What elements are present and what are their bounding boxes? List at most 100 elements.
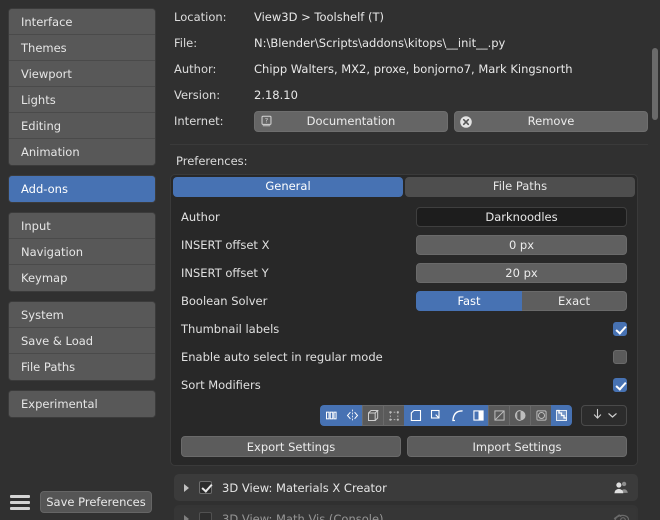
boolean-modifier-icon[interactable] bbox=[425, 405, 446, 426]
preferences-title: Preferences: bbox=[176, 154, 248, 168]
pref-row-sort-modifiers: Sort Modifiers bbox=[181, 375, 627, 395]
addon-name-label: 3D View: Materials X Creator bbox=[222, 480, 387, 495]
preferences-rows: Author Darknoodles INSERT offset X0 px INSE… bbox=[171, 207, 637, 395]
remove-label: Remove bbox=[527, 114, 575, 128]
chevron-down-icon bbox=[607, 409, 617, 422]
lattice-modifier-icon[interactable] bbox=[383, 405, 404, 426]
vertical-scrollbar[interactable] bbox=[652, 48, 658, 120]
sidebar-item-animation[interactable]: Animation bbox=[9, 139, 155, 165]
location-value: View3D > Toolshelf (T) bbox=[254, 10, 384, 24]
smooth-modifier-icon[interactable] bbox=[530, 405, 551, 426]
sidebar: Interface Themes Viewport Lights Editing Anim… bbox=[0, 0, 164, 520]
sidebar-nav-group: Experimental bbox=[8, 390, 156, 418]
blender-official-icon bbox=[612, 510, 630, 520]
file-label: File: bbox=[174, 36, 198, 50]
pref-row-insert-offset-y: INSERT offset Y 20 px bbox=[181, 263, 627, 283]
expand-triangle-icon[interactable] bbox=[184, 514, 189, 520]
addon-enable-checkbox[interactable] bbox=[199, 512, 212, 520]
import-settings-button[interactable]: Import Settings bbox=[407, 436, 627, 457]
info-row-author: Author: Chipp Walters, MX2, proxe, bonjo… bbox=[174, 58, 648, 80]
boolean-solver-option-fast[interactable]: Fast bbox=[416, 291, 522, 311]
weighted-normal-icon[interactable] bbox=[467, 405, 488, 426]
sidebar-item-experimental[interactable]: Experimental bbox=[9, 391, 155, 417]
info-row-version: Version: 2.18.10 bbox=[174, 84, 648, 106]
modifier-sort-dropdown[interactable] bbox=[581, 405, 627, 426]
sidebar-item-lights[interactable]: Lights bbox=[9, 87, 155, 113]
save-preferences-button[interactable]: Save Preferences bbox=[40, 491, 152, 513]
sidebar-item-save-load[interactable]: Save & Load bbox=[9, 328, 155, 354]
svg-text:?: ? bbox=[264, 116, 267, 124]
tab-file-paths[interactable]: File Paths bbox=[405, 177, 635, 197]
pref-row-boolean-solver: Boolean Solver Fast Exact bbox=[181, 291, 627, 311]
label-author: Author bbox=[181, 210, 220, 224]
settings-io-row: Export Settings Import Settings bbox=[181, 436, 627, 457]
label-sort-modifiers: Sort Modifiers bbox=[181, 378, 261, 392]
remove-button[interactable]: Remove bbox=[454, 110, 648, 132]
info-row-location: Location: View3D > Toolshelf (T) bbox=[174, 6, 648, 28]
sidebar-item-input[interactable]: Input bbox=[9, 213, 155, 239]
internet-label: Internet: bbox=[174, 114, 224, 128]
addon-list-item[interactable]: 3D View: Math Vis (Console) bbox=[174, 505, 638, 520]
author-input[interactable]: Darknoodles bbox=[416, 207, 627, 227]
sidebar-item-file-paths[interactable]: File Paths bbox=[9, 354, 155, 380]
pref-row-enable-auto-select-in-regular-mode: Enable auto select in regular mode bbox=[181, 347, 627, 367]
sidebar-item-keymap[interactable]: Keymap bbox=[9, 265, 155, 291]
sidebar-item-viewport[interactable]: Viewport bbox=[9, 61, 155, 87]
checkbox-thumbnail-labels[interactable] bbox=[613, 322, 627, 336]
info-row-internet: Internet: ? Documentation Remove bbox=[174, 110, 648, 132]
curve-modifier-icon[interactable] bbox=[446, 405, 467, 426]
export-settings-button[interactable]: Export Settings bbox=[181, 436, 401, 457]
sidebar-item-editing[interactable]: Editing bbox=[9, 113, 155, 139]
subdivision-modifier-icon[interactable] bbox=[509, 405, 530, 426]
author-value: Chipp Walters, MX2, proxe, bonjorno7, Ma… bbox=[254, 62, 573, 76]
sidebar-item-navigation[interactable]: Navigation bbox=[9, 239, 155, 265]
tab-general[interactable]: General bbox=[173, 177, 403, 197]
insert-offset-y-value[interactable]: 20 px bbox=[416, 263, 627, 283]
sidebar-item-system[interactable]: System bbox=[9, 302, 155, 328]
pref-row-thumbnail-labels: Thumbnail labels bbox=[181, 319, 627, 339]
pref-row-insert-offset-x: INSERT offset X 0 px bbox=[181, 235, 627, 255]
sidebar-item-themes[interactable]: Themes bbox=[9, 35, 155, 61]
boolean-solver-segmented-control: Fast Exact bbox=[416, 291, 627, 311]
checkbox-enable-auto-select-in-regular-mode[interactable] bbox=[613, 350, 627, 364]
modifier-icon-group bbox=[320, 405, 572, 426]
location-label: Location: bbox=[174, 10, 227, 24]
expand-triangle-icon[interactable] bbox=[184, 483, 189, 492]
mirror-modifier-icon[interactable] bbox=[341, 405, 362, 426]
preferences-tabs: General File Paths bbox=[171, 175, 637, 199]
insert-offset-x-value[interactable]: 0 px bbox=[416, 235, 627, 255]
sidebar-nav-group: System Save & Load File Paths bbox=[8, 301, 156, 381]
documentation-label: Documentation bbox=[306, 114, 396, 128]
label-insert-offset-x: INSERT offset X bbox=[181, 238, 270, 252]
weld-modifier-icon[interactable] bbox=[551, 405, 572, 426]
documentation-button[interactable]: ? Documentation bbox=[254, 110, 448, 132]
array-modifier-icon[interactable] bbox=[320, 405, 341, 426]
internet-buttons: ? Documentation Remove bbox=[254, 110, 648, 132]
blender-preferences-window: Interface Themes Viewport Lights Editing Anim… bbox=[0, 0, 660, 520]
addon-enable-checkbox[interactable] bbox=[199, 481, 212, 494]
sidebar-item-add-ons[interactable]: Add-ons bbox=[9, 176, 155, 202]
addon-name-label: 3D View: Math Vis (Console) bbox=[222, 511, 384, 520]
author-label: Author: bbox=[174, 62, 217, 76]
checkbox-sort-modifiers[interactable] bbox=[613, 378, 627, 392]
version-value: 2.18.10 bbox=[254, 88, 298, 102]
sidebar-nav-group: Interface Themes Viewport Lights Editing Anim… bbox=[8, 8, 156, 166]
addon-list-item[interactable]: 3D View: Materials X Creator bbox=[174, 474, 638, 501]
solidify-modifier-icon[interactable] bbox=[362, 405, 383, 426]
file-value: N:\Blender\Scripts\addons\kitops\__init_… bbox=[254, 36, 506, 50]
main-panel: Location: View3D > Toolshelf (T) File: N… bbox=[164, 0, 660, 520]
sidebar-item-interface[interactable]: Interface bbox=[9, 9, 155, 35]
cancel-circle-icon bbox=[458, 114, 474, 130]
label-insert-offset-y: INSERT offset Y bbox=[181, 266, 269, 280]
decimate-modifier-icon[interactable] bbox=[488, 405, 509, 426]
addon-info: Location: View3D > Toolshelf (T) File: N… bbox=[170, 0, 648, 140]
pref-row-author: Author Darknoodles bbox=[181, 207, 627, 227]
info-row-file: File: N:\Blender\Scripts\addons\kitops\_… bbox=[174, 32, 648, 54]
arrow-down-icon bbox=[592, 408, 603, 424]
version-label: Version: bbox=[174, 88, 221, 102]
addon-list: 3D View: Materials X Creator 3D View: Mat… bbox=[174, 474, 638, 520]
label-thumbnail-labels: Thumbnail labels bbox=[181, 322, 280, 336]
boolean-solver-option-exact[interactable]: Exact bbox=[522, 291, 627, 311]
hamburger-icon[interactable] bbox=[10, 493, 30, 511]
bevel-modifier-icon[interactable] bbox=[404, 405, 425, 426]
